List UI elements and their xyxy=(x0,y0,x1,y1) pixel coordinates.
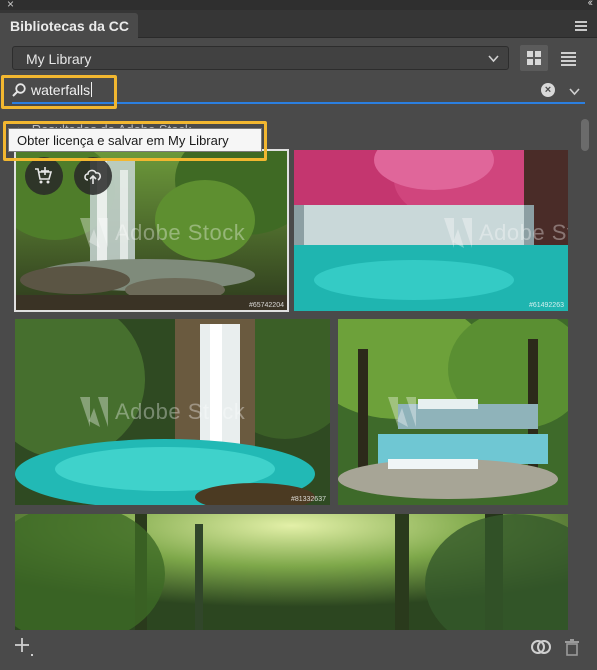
tab-cc-libraries[interactable]: Bibliotecas da CC xyxy=(0,13,138,39)
image-id: #61492263 xyxy=(528,302,564,309)
adobe-stock-watermark: Adobe Stock xyxy=(479,220,568,245)
panel-menu-icon[interactable] xyxy=(575,21,587,33)
search-options-chevron-icon[interactable] xyxy=(568,85,581,98)
cloud-upload-icon xyxy=(84,169,101,184)
library-select[interactable]: My Library xyxy=(12,46,509,70)
collapse-panel-icon[interactable]: ‹‹ xyxy=(588,0,594,9)
results-scrollbar[interactable] xyxy=(578,113,592,630)
cart-plus-icon xyxy=(35,167,53,184)
grid-view-button[interactable] xyxy=(520,45,548,71)
image-id: #65742204 xyxy=(248,302,284,309)
tab-title: Bibliotecas da CC xyxy=(10,18,130,34)
tooltip-text: Obter licença e salvar em My Library xyxy=(17,133,229,148)
creative-cloud-icon[interactable] xyxy=(530,638,552,656)
stock-image-waterfall-turquoise-pool[interactable]: Adobe Stock #81332637 xyxy=(15,319,330,505)
clear-search-icon[interactable]: × xyxy=(541,83,555,97)
adobe-stock-logo-watermark xyxy=(80,218,108,248)
stock-image-jungle-terraced-falls[interactable] xyxy=(338,319,568,505)
panel-tab-bar: Bibliotecas da CC xyxy=(0,10,597,39)
adobe-stock-logo-watermark xyxy=(444,218,472,248)
scrollbar-thumb[interactable] xyxy=(581,119,589,151)
stock-image-waterfall-forest[interactable]: Adobe Stock #65742204 xyxy=(14,149,289,312)
chevron-down-icon xyxy=(488,55,499,63)
trash-icon[interactable] xyxy=(564,638,580,656)
save-preview-button[interactable] xyxy=(74,157,112,195)
panel-footer xyxy=(0,630,597,670)
license-tooltip-highlight: Obter licença e salvar em My Library xyxy=(3,121,267,161)
image-id: #81332637 xyxy=(290,496,326,503)
stock-image-green-forest-path[interactable] xyxy=(15,514,568,630)
panel-top-strip: × ‹‹ xyxy=(0,0,597,11)
tooltip: Obter licença e salvar em My Library xyxy=(8,128,262,152)
adobe-stock-watermark: Adobe Stock xyxy=(115,399,246,424)
adobe-stock-watermark: Adobe Stock xyxy=(115,220,246,245)
adobe-stock-logo-watermark xyxy=(80,397,108,427)
list-view-button[interactable] xyxy=(558,45,580,71)
search-highlight-box xyxy=(1,75,117,109)
plus-icon[interactable] xyxy=(14,636,38,660)
adobe-stock-logo-watermark xyxy=(388,397,416,427)
stock-image-turquoise-cascade[interactable]: Adobe Stock #61492263 xyxy=(294,150,568,311)
license-and-save-button[interactable] xyxy=(25,157,63,195)
library-select-value: My Library xyxy=(26,51,92,67)
